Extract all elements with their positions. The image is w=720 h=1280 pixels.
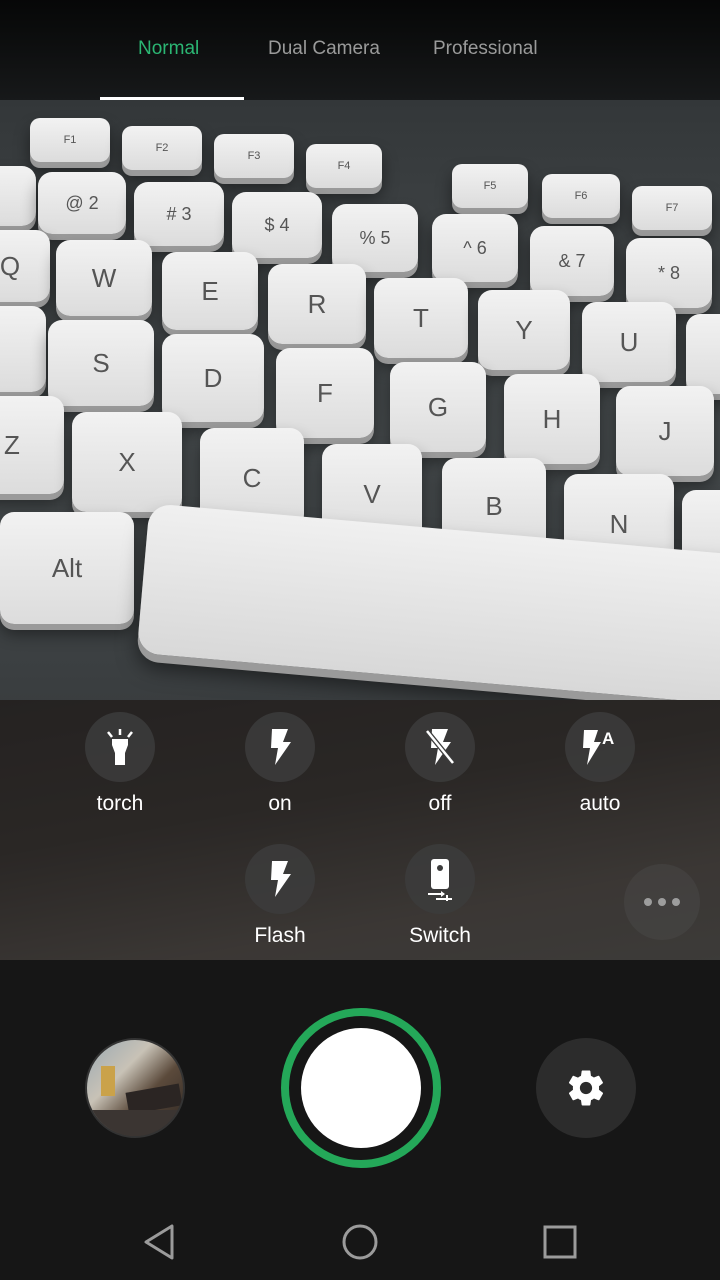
flash-option-label: torch: [96, 792, 144, 815]
home-circle-icon: [342, 1224, 378, 1260]
recents-button[interactable]: [530, 1212, 590, 1272]
active-tab-indicator: [100, 97, 244, 100]
flashlight-icon: [85, 712, 155, 782]
flash-option-torch[interactable]: torch: [60, 712, 180, 816]
flash-option-label: auto: [579, 792, 621, 815]
more-options-button[interactable]: [624, 864, 700, 940]
flash-toggle-label: Flash: [254, 924, 306, 947]
shutter-button-inner: [301, 1028, 421, 1148]
home-button[interactable]: [330, 1212, 390, 1272]
switch-camera-button[interactable]: Switch: [380, 844, 500, 948]
tab-dual-camera[interactable]: Dual Camera: [268, 38, 380, 68]
svg-text:A: A: [602, 729, 614, 748]
tab-professional[interactable]: Professional: [433, 38, 538, 68]
back-triangle-icon: [144, 1224, 174, 1260]
flash-option-auto[interactable]: A auto: [540, 712, 660, 816]
flash-toggle-button[interactable]: Flash: [220, 844, 340, 948]
mode-tab-bar: Normal Dual Camera Professional: [0, 0, 720, 100]
gear-icon: [568, 1070, 604, 1106]
flash-auto-icon: A: [565, 712, 635, 782]
navigation-bar: [0, 1200, 720, 1280]
shutter-button[interactable]: [281, 1008, 441, 1168]
tab-normal[interactable]: Normal: [138, 38, 199, 68]
camera-controls: [0, 960, 720, 1200]
camera-switch-icon: [405, 844, 475, 914]
back-button[interactable]: [130, 1212, 190, 1272]
recents-square-icon: [543, 1225, 577, 1259]
flash-option-label: on: [268, 792, 292, 815]
switch-camera-label: Switch: [409, 924, 471, 947]
flash-option-label: off: [428, 792, 452, 815]
settings-button[interactable]: [536, 1038, 636, 1138]
more-horizontal-icon: [644, 898, 652, 906]
flash-option-on[interactable]: on: [220, 712, 340, 816]
flash-on-icon: [245, 712, 315, 782]
flash-off-icon: [405, 712, 475, 782]
gallery-thumbnail-button[interactable]: [85, 1038, 185, 1138]
flash-option-off[interactable]: off: [380, 712, 500, 816]
flash-icon: [245, 844, 315, 914]
